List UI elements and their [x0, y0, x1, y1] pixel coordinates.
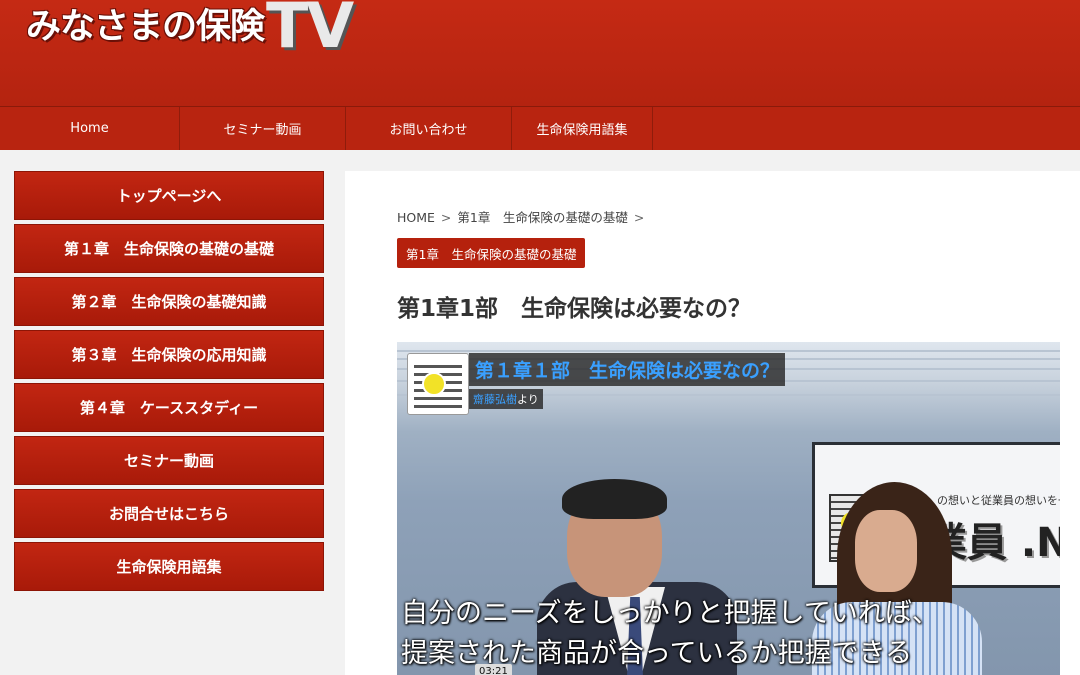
sidebar-item-chapter3[interactable]: 第３章 生命保険の応用知識: [14, 330, 324, 379]
nav-home[interactable]: Home: [0, 107, 180, 150]
video-time: 03:21: [475, 664, 512, 675]
breadcrumb: HOME > 第1章 生命保険の基礎の基礎 >: [397, 207, 650, 226]
sidebar-item-glossary[interactable]: 生命保険用語集: [14, 542, 324, 591]
nav-glossary[interactable]: 生命保険用語集: [512, 107, 653, 150]
site-logo[interactable]: みなさまの保険 TV: [26, 0, 354, 62]
category-badge[interactable]: 第1章 生命保険の基礎の基礎: [397, 238, 586, 268]
breadcrumb-separator: >: [440, 210, 452, 225]
breadcrumb-separator: >: [633, 210, 645, 225]
main-content: HOME > 第1章 生命保険の基礎の基礎 > 第1章 生命保険の基礎の基礎 第1章1…: [345, 171, 1080, 675]
main-nav: Home セミナー動画 お問い合わせ 生命保険用語集: [0, 106, 1080, 150]
video-player[interactable]: の想いと従業員の想いを一 業員 .NE 第１章１部 生命保険は必要なの？ 齋藤弘…: [397, 342, 1060, 675]
sidebar-item-seminar[interactable]: セミナー動画: [14, 436, 324, 485]
nav-seminar-video[interactable]: セミナー動画: [180, 107, 346, 150]
nav-contact[interactable]: お問い合わせ: [346, 107, 512, 150]
subtitle-line-1: 自分のニーズをしっかりと把握していれば、: [401, 598, 939, 629]
breadcrumb-home[interactable]: HOME: [397, 210, 435, 225]
sidebar-item-contact[interactable]: お問合せはこちら: [14, 489, 324, 538]
channel-icon-dot: [422, 372, 446, 396]
sidebar-item-chapter2[interactable]: 第２章 生命保険の基礎知識: [14, 277, 324, 326]
logo-tv: TV: [266, 0, 354, 62]
page-title: 第1章1部 生命保険は必要なの？: [397, 296, 752, 322]
presenter-right-face: [855, 510, 917, 592]
author-suffix: より: [517, 393, 539, 406]
breadcrumb-category[interactable]: 第1章 生命保険の基礎の基礎: [457, 210, 627, 225]
video-title[interactable]: 第１章１部 生命保険は必要なの？: [469, 353, 786, 386]
site-header: みなさまの保険 TV: [0, 0, 1080, 106]
presenter-left-hair: [562, 479, 667, 519]
sidebar-menu: トップページへ 第１章 生命保険の基礎の基礎 第２章 生命保険の基礎知識 第３章…: [14, 171, 324, 595]
video-author: 齋藤弘樹 より: [469, 389, 543, 409]
sidebar-item-chapter4[interactable]: 第４章 ケーススタディー: [14, 383, 324, 432]
sidebar-item-top[interactable]: トップページへ: [14, 171, 324, 220]
author-name[interactable]: 齋藤弘樹: [473, 391, 517, 407]
sidebar-item-chapter1[interactable]: 第１章 生命保険の基礎の基礎: [14, 224, 324, 273]
background-stripe: [397, 350, 1060, 352]
channel-icon[interactable]: [407, 353, 469, 415]
monitor-text: の想いと従業員の想いを一: [937, 494, 1060, 507]
video-subtitles: 自分のニーズをしっかりと把握していれば、 提案された商品が合っているか把握できる: [397, 594, 1060, 674]
logo-text: みなさまの保険: [26, 7, 265, 47]
